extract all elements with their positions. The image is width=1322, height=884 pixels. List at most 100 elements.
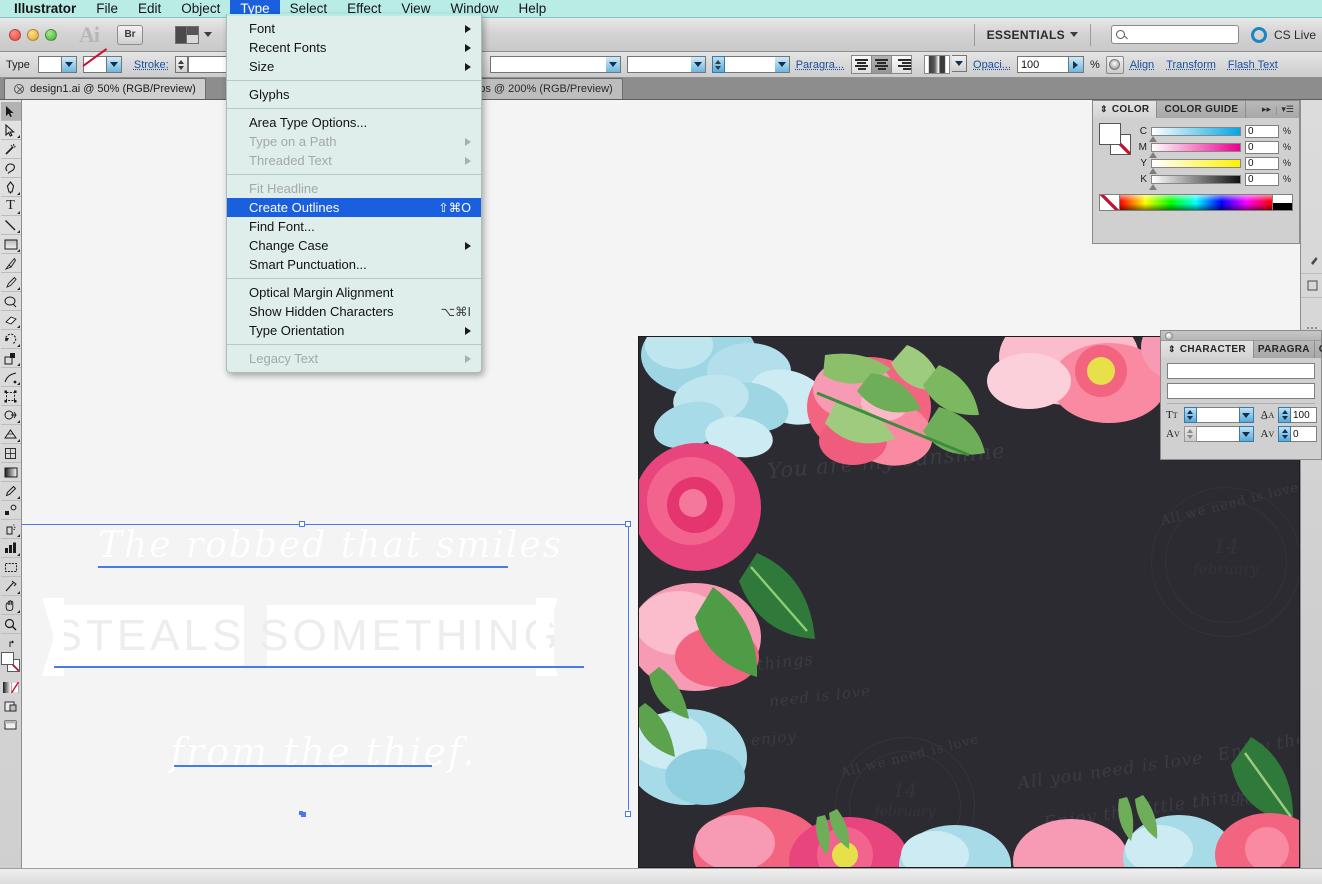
tracking-value[interactable]: 0 xyxy=(1291,426,1317,442)
menu-item-recent-fonts[interactable]: Recent Fonts xyxy=(227,38,481,57)
selection-tool[interactable] xyxy=(0,102,21,121)
character-font-family-field[interactable] xyxy=(1167,363,1315,379)
search-input[interactable] xyxy=(1124,28,1229,41)
anchor-point-lower[interactable] xyxy=(301,812,306,817)
symbol-sprayer-tool[interactable] xyxy=(0,520,21,539)
menu-item-find-font[interactable]: Find Font... xyxy=(227,217,481,236)
transparency-target-icon[interactable] xyxy=(1105,55,1124,74)
pencil-tool[interactable] xyxy=(0,273,21,292)
font-size-value[interactable] xyxy=(1196,407,1239,423)
font-family-field[interactable] xyxy=(489,56,606,73)
opacity-field[interactable]: 100 xyxy=(1016,56,1069,73)
column-graph-tool[interactable] xyxy=(0,539,21,558)
color-spectrum-bar[interactable] xyxy=(1099,194,1293,211)
slice-tool[interactable] xyxy=(0,577,21,596)
free-transform-tool[interactable] xyxy=(0,387,21,406)
slider-knob-c[interactable] xyxy=(1149,135,1157,142)
kerning-control[interactable] xyxy=(1183,426,1254,442)
color-panel[interactable]: ⇕ COLOR COLOR GUIDE ▸▸ | ▾☰ C 0 % M 0 % … xyxy=(1092,100,1300,244)
none-swatch-icon[interactable] xyxy=(1100,195,1120,210)
eraser-tool[interactable] xyxy=(0,311,21,330)
menu-item-smart-punctuation[interactable]: Smart Punctuation... xyxy=(227,255,481,274)
mesh-tool[interactable] xyxy=(0,444,21,463)
stroke-dropdown-button[interactable] xyxy=(106,56,122,73)
slider-track-m[interactable] xyxy=(1149,142,1241,158)
font-style-field[interactable] xyxy=(626,56,691,73)
selection-handle-bottomright[interactable] xyxy=(625,811,631,817)
menu-edit[interactable]: Edit xyxy=(128,0,171,18)
zoom-window-button[interactable] xyxy=(45,28,57,41)
blend-tool[interactable] xyxy=(0,501,21,520)
character-panel-titlebar[interactable] xyxy=(1161,331,1321,341)
tab-opentype[interactable]: OPENT xyxy=(1315,341,1322,358)
kerning-value[interactable] xyxy=(1196,426,1239,442)
font-family-control[interactable] xyxy=(489,56,621,73)
rectangle-tool[interactable] xyxy=(0,235,21,254)
tab-color-guide[interactable]: COLOR GUIDE xyxy=(1157,101,1247,118)
arrange-documents-button[interactable] xyxy=(159,25,212,44)
align-right-button[interactable] xyxy=(891,55,913,74)
spectrum-gradient[interactable] xyxy=(1120,195,1272,210)
paragraph-link[interactable]: Paragra... xyxy=(796,59,844,71)
blob-brush-tool[interactable] xyxy=(0,292,21,311)
eyedropper-tool[interactable] xyxy=(0,482,21,501)
font-style-control[interactable] xyxy=(626,56,706,73)
font-style-dropdown-button[interactable] xyxy=(690,56,706,73)
gradient-swatch-button[interactable] xyxy=(1,678,21,697)
direct-selection-tool[interactable] xyxy=(0,121,21,140)
panel-collapse-icon[interactable] xyxy=(1165,331,1173,340)
close-icon[interactable] xyxy=(14,84,24,94)
perspective-grid-tool[interactable] xyxy=(0,425,21,444)
paintbrush-tool[interactable] xyxy=(0,254,21,273)
double-chevron-icon[interactable]: ▸▸ xyxy=(1262,104,1271,115)
swap-fill-stroke-icon[interactable] xyxy=(1,638,21,650)
width-tool[interactable] xyxy=(0,368,21,387)
kerning-stepper[interactable] xyxy=(1183,426,1197,442)
screen-mode-button[interactable] xyxy=(1,716,21,735)
rotate-tool[interactable] xyxy=(0,330,21,349)
font-size-dropdown-button[interactable] xyxy=(1238,407,1254,423)
fill-stroke-proxy[interactable] xyxy=(0,652,21,674)
gradient-tool[interactable] xyxy=(0,463,21,482)
workspace-switcher[interactable]: ESSENTIALS xyxy=(987,28,1078,42)
leading-value[interactable]: 100 xyxy=(1291,407,1317,423)
menu-item-type-orientation[interactable]: Type Orientation xyxy=(227,321,481,340)
stroke-swatch[interactable] xyxy=(82,56,107,73)
stroke-weight-stepper[interactable] xyxy=(174,56,188,73)
slider-track-c[interactable] xyxy=(1149,126,1241,142)
font-size-control[interactable] xyxy=(711,56,790,73)
transform-link[interactable]: Transform xyxy=(1166,59,1216,71)
selection-handle-topright[interactable] xyxy=(625,521,631,527)
menu-illustrator[interactable]: Illustrator xyxy=(4,0,86,18)
stroke-weight-label[interactable]: Stroke: xyxy=(134,59,169,71)
slider-track-y[interactable] xyxy=(1149,158,1241,174)
close-window-button[interactable] xyxy=(9,28,21,41)
font-family-dropdown-button[interactable] xyxy=(605,56,621,73)
stroke-color-control[interactable] xyxy=(82,56,122,73)
minimize-window-button[interactable] xyxy=(27,28,39,41)
slider-value-c[interactable]: 0 xyxy=(1245,124,1279,138)
menu-item-area-type-options[interactable]: Area Type Options... xyxy=(227,113,481,132)
line-segment-tool[interactable] xyxy=(0,216,21,235)
menu-object[interactable]: Object xyxy=(171,0,230,18)
artboard-tool[interactable] xyxy=(0,558,21,577)
align-center-button[interactable] xyxy=(871,55,893,74)
drawing-modes-button[interactable] xyxy=(1,697,21,716)
kerning-dropdown-button[interactable] xyxy=(1238,426,1254,442)
leading-stepper[interactable] xyxy=(1278,407,1291,423)
fill-color-control[interactable] xyxy=(37,56,77,73)
menu-item-glyphs[interactable]: Glyphs xyxy=(227,85,481,104)
menu-item-font[interactable]: Font xyxy=(227,19,481,38)
opacity-label[interactable]: Opaci... xyxy=(973,59,1011,71)
character-panel[interactable]: ⇕ CHARACTER PARAGRA OPENT TT A̲A xyxy=(1160,330,1322,460)
menu-file[interactable]: File xyxy=(86,0,128,18)
opacity-dropdown-button[interactable] xyxy=(1068,56,1084,73)
font-size-dropdown-button[interactable] xyxy=(774,56,790,73)
align-left-button[interactable] xyxy=(851,55,873,74)
align-link[interactable]: Align xyxy=(1130,59,1154,71)
bridge-button[interactable]: Br xyxy=(117,24,143,45)
text-wrap-dropdown-button[interactable] xyxy=(952,55,968,72)
slider-knob-y[interactable] xyxy=(1149,167,1157,174)
font-size-stepper[interactable] xyxy=(711,56,725,73)
panel-menu-icon[interactable]: ▾☰ xyxy=(1281,104,1294,115)
